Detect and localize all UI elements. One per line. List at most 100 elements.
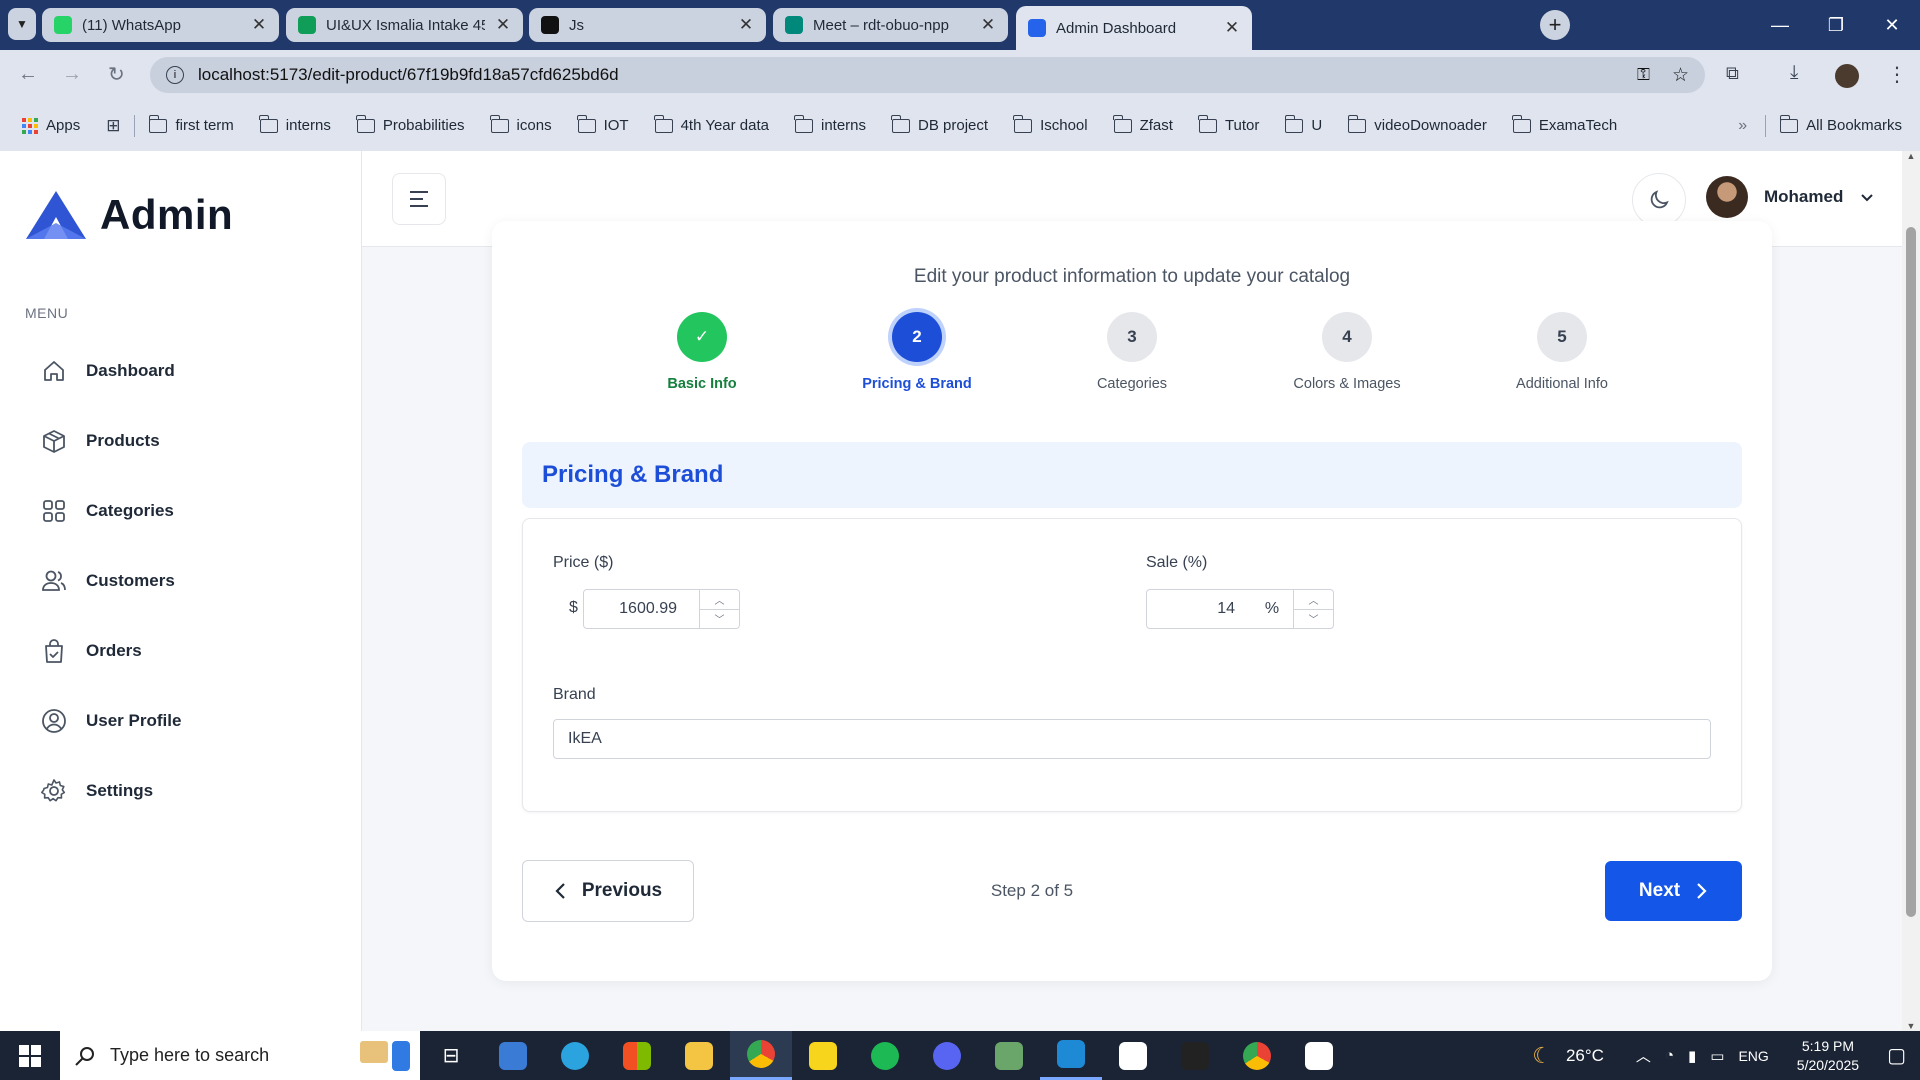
bookmark-folder[interactable]: ExamaTech	[1512, 114, 1617, 134]
restore-button[interactable]: ❐	[1808, 0, 1864, 50]
taskbar-app-player[interactable]	[792, 1031, 854, 1080]
step-5[interactable]: 5 Additional Info	[1457, 312, 1667, 392]
apps-bookmark[interactable]: Apps	[22, 117, 80, 134]
taskbar-app-chrome[interactable]	[730, 1031, 792, 1080]
taskbar-app-vscode[interactable]	[1040, 1031, 1102, 1080]
taskbar-app-chrome-2[interactable]	[1226, 1031, 1288, 1080]
sale-input[interactable]: 14 % ︿ ﹀	[1146, 589, 1334, 629]
scrollbar-thumb[interactable]	[1906, 227, 1916, 917]
close-window-button[interactable]: ✕	[1864, 0, 1920, 50]
close-tab-icon[interactable]: ✕	[1224, 18, 1240, 38]
browser-tab[interactable]: Admin Dashboard ✕	[1016, 6, 1252, 50]
bookmark-folder[interactable]: interns	[794, 114, 866, 134]
download-icon[interactable]: ⤓	[1790, 62, 1798, 84]
battery-icon[interactable]: ▭	[1710, 1047, 1724, 1065]
language-indicator[interactable]: ENG	[1738, 1048, 1768, 1064]
taskbar-search[interactable]: Type here to search	[60, 1031, 420, 1080]
bookmark-folder[interactable]: U	[1284, 114, 1322, 134]
taskbar-app-telegram[interactable]	[544, 1031, 606, 1080]
extensions-icon[interactable]: ⧉	[1726, 63, 1739, 84]
bookmark-folder[interactable]: DB project	[891, 114, 988, 134]
wifi-icon[interactable]: ◔	[1665, 1047, 1674, 1064]
bookmark-folder[interactable]: Probabilities	[356, 114, 465, 134]
bookmark-folder[interactable]: 4th Year data	[653, 114, 769, 134]
bookmark-folder[interactable]: IOT	[576, 114, 629, 134]
forward-icon[interactable]: →	[62, 63, 82, 86]
bookmark-star-icon[interactable]: ☆	[1672, 64, 1689, 87]
weather-moon-icon[interactable]: ☾	[1532, 1043, 1552, 1069]
step-1[interactable]: ✓ Basic Info	[597, 312, 807, 392]
bookmark-folder[interactable]: icons	[489, 114, 552, 134]
taskbar-app-store[interactable]	[606, 1031, 668, 1080]
bookmark-folder[interactable]: videoDownoader	[1347, 114, 1487, 134]
sidebar-toggle-button[interactable]	[392, 173, 446, 225]
bookmark-folder[interactable]: Tutor	[1198, 114, 1259, 134]
step-3[interactable]: 3 Categories	[1027, 312, 1237, 392]
brand-value[interactable]: IkEA	[568, 730, 602, 747]
increment-icon[interactable]: ︿	[700, 590, 739, 609]
bookmark-folder[interactable]: interns	[259, 114, 331, 134]
minimize-button[interactable]: —	[1752, 0, 1808, 50]
reload-icon[interactable]: ↻	[108, 62, 125, 87]
taskbar-app-notion[interactable]	[1288, 1031, 1350, 1080]
mic-icon[interactable]: ▮	[1688, 1047, 1696, 1065]
close-tab-icon[interactable]: ✕	[251, 15, 267, 35]
taskbar-app-discord[interactable]	[916, 1031, 978, 1080]
browser-tab[interactable]: UI&UX Ismalia Intake 45 - Goo ✕	[286, 8, 523, 42]
more-bookmarks-icon[interactable]: »	[1738, 117, 1747, 135]
sidebar-item-products[interactable]: Products	[40, 421, 160, 461]
browser-tab[interactable]: (11) WhatsApp ✕	[42, 8, 279, 42]
sidebar-item-categories[interactable]: Categories	[40, 491, 174, 531]
task-view-button[interactable]: ⊟	[420, 1031, 482, 1080]
bookmark-folder[interactable]: Zfast	[1112, 114, 1173, 134]
sidebar-item-settings[interactable]: Settings	[40, 771, 153, 811]
browser-tab[interactable]: Meet – rdt-obuo-npp ✕	[773, 8, 1008, 42]
clock[interactable]: 5:19 PM 5/20/2025	[1797, 1037, 1859, 1075]
bookmark-folder[interactable]: Ischool	[1013, 114, 1088, 134]
kebab-menu-icon[interactable]: ⋮	[1887, 62, 1907, 87]
url-text[interactable]: localhost:5173/edit-product/67f19b9fd18a…	[198, 65, 1637, 85]
increment-icon[interactable]: ︿	[1294, 590, 1333, 609]
back-icon[interactable]: ←	[18, 63, 38, 86]
start-button[interactable]	[0, 1031, 60, 1080]
taskbar-app-explorer[interactable]	[668, 1031, 730, 1080]
decrement-icon[interactable]: ﹀	[700, 608, 739, 629]
taskbar-app-clickup[interactable]	[1102, 1031, 1164, 1080]
close-tab-icon[interactable]: ✕	[495, 15, 511, 35]
scroll-up-icon[interactable]: ▲	[1902, 151, 1920, 169]
address-bar[interactable]: i localhost:5173/edit-product/67f19b9fd1…	[150, 57, 1705, 93]
sidebar-item-dashboard[interactable]: Dashboard	[40, 351, 175, 391]
scroll-down-icon[interactable]: ▼	[1902, 1021, 1920, 1031]
sale-stepper[interactable]: ︿ ﹀	[1293, 590, 1333, 628]
new-tab-button[interactable]: +	[1540, 10, 1570, 40]
taskbar-app-m[interactable]	[1164, 1031, 1226, 1080]
price-value[interactable]: 1600.99	[584, 590, 699, 628]
password-key-icon[interactable]: ⚿	[1637, 65, 1650, 85]
site-info-icon[interactable]: i	[166, 66, 184, 84]
step-2[interactable]: 2 Pricing & Brand	[812, 312, 1022, 392]
tab-search-button[interactable]: ▼	[8, 8, 36, 40]
close-tab-icon[interactable]: ✕	[738, 15, 754, 35]
logo[interactable]: Admin	[24, 189, 233, 241]
tray-chevron-icon[interactable]: ︿	[1636, 1045, 1651, 1066]
browser-tab[interactable]: Js ✕	[529, 8, 766, 42]
sale-value[interactable]: 14	[1147, 590, 1251, 628]
weather-temp[interactable]: 26°C	[1566, 1046, 1604, 1066]
decrement-icon[interactable]: ﹀	[1294, 608, 1333, 629]
profile-avatar[interactable]	[1835, 64, 1859, 88]
sidebar-item-user-profile[interactable]: User Profile	[40, 701, 181, 741]
theme-toggle-button[interactable]	[1632, 173, 1686, 227]
tab-groups-icon[interactable]: ⊞	[106, 116, 120, 136]
taskbar-app-monitor[interactable]	[482, 1031, 544, 1080]
close-tab-icon[interactable]: ✕	[980, 15, 996, 35]
taskbar-app-image[interactable]	[978, 1031, 1040, 1080]
sidebar-item-customers[interactable]: Customers	[40, 561, 175, 601]
brand-input[interactable]: IkEA	[553, 719, 1711, 759]
price-stepper[interactable]: ︿ ﹀	[699, 590, 739, 628]
taskbar-app-spotify[interactable]	[854, 1031, 916, 1080]
page-scrollbar[interactable]: ▲ ▼	[1902, 151, 1920, 1031]
sidebar-item-orders[interactable]: Orders	[40, 631, 142, 671]
next-button[interactable]: Next	[1605, 861, 1742, 921]
notifications-icon[interactable]: ▢	[1887, 1043, 1906, 1068]
bookmark-folder[interactable]: first term	[148, 114, 234, 134]
